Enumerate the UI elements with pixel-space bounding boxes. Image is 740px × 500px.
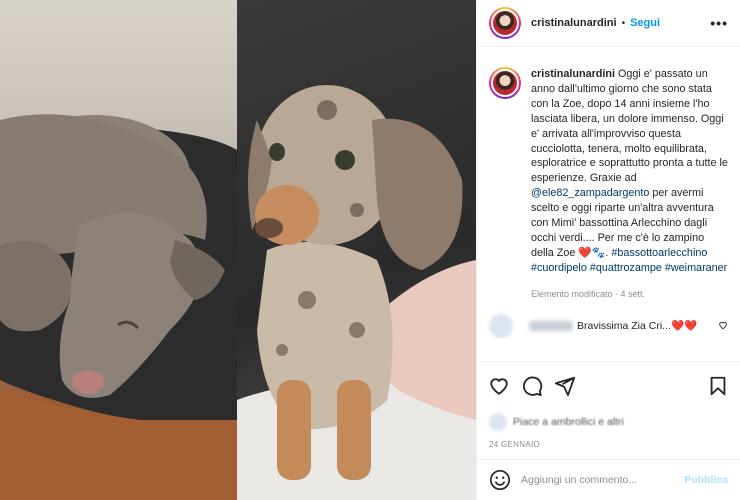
post-media[interactable]	[0, 0, 476, 500]
comment-text: Bravissima Zia Cri...	[577, 319, 671, 332]
follow-button[interactable]: Segui	[630, 17, 660, 29]
caption-mention[interactable]: @ele82_zampadargento	[531, 187, 649, 199]
comment-item: Bravissima Zia Cri... ❤️❤️	[489, 313, 728, 338]
add-comment-input[interactable]	[521, 474, 685, 486]
photo-dachshund	[237, 0, 476, 500]
emoji-icon[interactable]	[489, 469, 511, 491]
caption-emoji: ❤️🐾.	[578, 246, 609, 259]
comment-hearts: ❤️❤️	[670, 320, 698, 333]
caption-avatar[interactable]	[489, 67, 521, 99]
separator-dot: •	[621, 17, 626, 29]
avatar[interactable]	[489, 7, 521, 39]
commenter-avatar[interactable]	[489, 313, 513, 338]
comment-icon[interactable]	[521, 375, 543, 397]
heart-outline-icon[interactable]	[718, 320, 728, 332]
hashtag-bassottoarlecchino[interactable]: #bassottoarlecchino	[611, 247, 707, 259]
post-header: cristinalunardini • Segui •••	[477, 0, 740, 47]
hashtag-quattrozampe[interactable]: #quattrozampe	[590, 262, 662, 274]
action-bar	[477, 361, 740, 409]
likes-row[interactable]: Piace a ambrollici e altri	[477, 409, 740, 435]
header-username[interactable]: cristinalunardini	[531, 17, 617, 29]
more-options-icon[interactable]: •••	[710, 15, 728, 31]
liker-avatar	[489, 413, 507, 431]
caption-username[interactable]: cristinalunardini	[531, 68, 615, 80]
caption-meta: Elemento modificato · 4 sett.	[531, 288, 646, 299]
photo-weimaraner	[0, 0, 237, 500]
share-icon[interactable]	[554, 375, 576, 397]
caption-body-1: Oggi e' passato un anno dall'ultimo gior…	[531, 68, 728, 185]
post-date[interactable]: 24 GENNAIO	[477, 435, 740, 459]
likes-text: Piace a ambrollici e altri	[513, 416, 624, 428]
add-comment-bar: Pubblica	[477, 459, 740, 500]
bookmark-icon[interactable]	[707, 375, 729, 397]
publish-button[interactable]: Pubblica	[684, 474, 728, 486]
caption-text: cristinalunardini Oggi e' passato un ann…	[531, 67, 728, 276]
comments-section[interactable]: cristinalunardini Oggi e' passato un ann…	[477, 47, 740, 361]
commenter-name[interactable]	[529, 320, 573, 331]
post-sidebar: cristinalunardini • Segui ••• cristinalu…	[476, 0, 740, 500]
caption: cristinalunardini Oggi e' passato un ann…	[489, 67, 728, 276]
heart-icon[interactable]	[488, 375, 510, 397]
instagram-post: cristinalunardini • Segui ••• cristinalu…	[0, 0, 740, 500]
hashtag-cuordipelo[interactable]: #cuordipelo	[531, 262, 587, 274]
hashtag-weimaraner[interactable]: #weimaraner	[665, 262, 727, 274]
